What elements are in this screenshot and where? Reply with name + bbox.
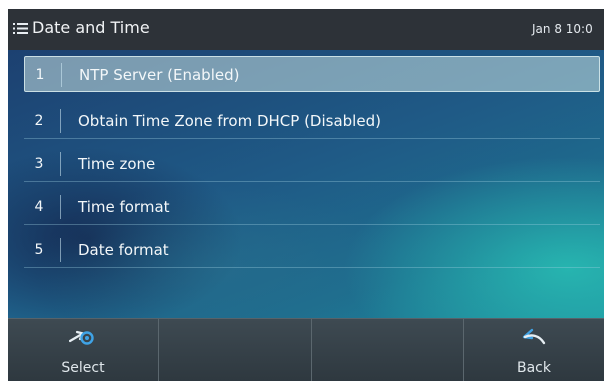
page-title: Date and Time xyxy=(32,18,150,37)
menu-item-divider xyxy=(60,195,61,219)
menu-item-divider xyxy=(60,109,61,133)
softkey-3[interactable] xyxy=(312,319,464,381)
softkey-label: Select xyxy=(61,360,105,376)
menu-item-number: 2 xyxy=(34,113,44,129)
menu-item-timezone-dhcp[interactable]: 2 Obtain Time Zone from DHCP (Disabled) xyxy=(24,103,600,139)
menu-item-divider xyxy=(60,238,61,262)
softkey-2[interactable] xyxy=(159,319,312,381)
menu-item-number: 5 xyxy=(34,242,44,258)
menu-item-label: Time format xyxy=(78,198,170,216)
menu-list-icon[interactable] xyxy=(13,21,28,36)
menu-item-label: Date format xyxy=(78,241,169,259)
softkey-bar: Select Back xyxy=(8,318,604,381)
menu-item-ntp-server[interactable]: 1 NTP Server (Enabled) xyxy=(24,56,600,92)
menu-item-divider xyxy=(61,63,62,87)
select-softkey[interactable]: Select xyxy=(8,319,159,381)
menu-item-number: 3 xyxy=(34,156,44,172)
date-time-menu-list: 1 NTP Server (Enabled) 2 Obtain Time Zon… xyxy=(24,56,600,276)
menu-item-divider xyxy=(60,152,61,176)
menu-item-number: 1 xyxy=(35,67,45,83)
status-datetime: Jan 8 10:0 xyxy=(532,22,593,36)
menu-item-label: Time zone xyxy=(78,155,156,173)
menu-item-time-zone[interactable]: 3 Time zone xyxy=(24,146,600,182)
status-bar: Date and Time Jan 8 10:0 xyxy=(8,9,604,50)
back-softkey[interactable]: Back xyxy=(464,319,604,381)
phone-screen: Date and Time Jan 8 10:0 1 NTP Server (E… xyxy=(8,9,604,381)
menu-item-label: NTP Server (Enabled) xyxy=(79,66,240,84)
menu-item-date-format[interactable]: 5 Date format xyxy=(24,232,600,268)
menu-item-number: 4 xyxy=(34,199,44,215)
menu-item-time-format[interactable]: 4 Time format xyxy=(24,189,600,225)
softkey-label: Back xyxy=(517,360,551,376)
select-arrow-icon xyxy=(68,327,97,349)
menu-item-label: Obtain Time Zone from DHCP (Disabled) xyxy=(78,112,381,130)
back-arrow-icon xyxy=(520,327,548,349)
